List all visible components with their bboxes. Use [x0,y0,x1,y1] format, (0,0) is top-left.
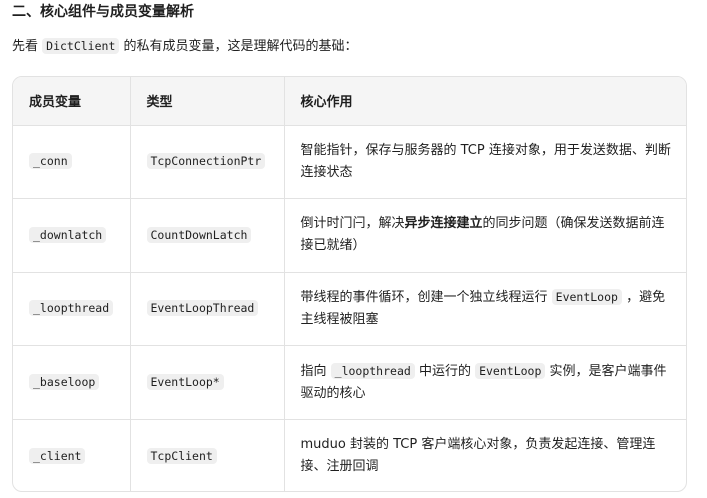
header-core-role: 核心作用 [284,77,686,126]
header-type: 类型 [130,77,285,126]
section-title: 二、核心组件与成员变量解析 [12,4,194,20]
cell-member-type: EventLoopThread [130,272,285,347]
description-text: 倒计时门闩，解决 [300,216,405,232]
description-text: 中运行的 [414,364,476,380]
cell-member-type: TcpConnectionPtr [130,125,285,200]
members-table-container: 成员变量 类型 核心作用 _conn TcpConnectionPtr 智能指针… [12,76,687,492]
intro-code-dictclient: DictClient [42,38,120,54]
table-row: _baseloop EventLoop* 指向 _loopthread 中运行的… [13,345,686,420]
description-text: 指向 [300,364,331,380]
member-type-code: EventLoop* [146,374,224,391]
member-type-code: TcpConnectionPtr [146,153,266,170]
member-type-code: TcpClient [146,447,217,464]
cell-member-type: CountDownLatch [130,198,285,273]
header-member-variable: 成员变量 [13,77,131,126]
cell-member-description: 带线程的事件循环，创建一个独立线程运行 EventLoop ，避免主线程被阻塞 [284,272,686,347]
cell-member-type: EventLoop* [130,345,285,420]
inline-code: _loopthread [330,363,415,380]
member-name-code: _client [29,447,86,464]
member-name-code: _baseloop [29,374,100,391]
intro-suffix: 的私有成员变量，这是理解代码的基础： [119,39,358,54]
cell-member-name: _downlatch [13,198,131,273]
cell-member-name: _baseloop [13,345,131,420]
cell-member-name: _conn [13,125,131,200]
cell-member-name: _client [13,419,131,491]
description-text: muduo 封装的 TCP 客户端核心对象，负责发起连接、管理连接、注册回调 [300,437,656,475]
table-row: _downlatch CountDownLatch 倒计时门闩，解决异步连接建立… [13,198,686,273]
member-name-code: _loopthread [29,300,114,317]
table-body: _conn TcpConnectionPtr 智能指针，保存与服务器的 TCP … [13,125,686,491]
cell-member-description: 指向 _loopthread 中运行的 EventLoop 实例，是客户端事件驱… [284,345,686,420]
table-header-row: 成员变量 类型 核心作用 [13,77,686,126]
cell-member-description: muduo 封装的 TCP 客户端核心对象，负责发起连接、管理连接、注册回调 [284,419,686,491]
member-type-code: CountDownLatch [146,226,252,243]
table-row: _client TcpClient muduo 封装的 TCP 客户端核心对象，… [13,419,686,491]
member-name-code: _downlatch [29,226,107,243]
member-type-code: EventLoopThread [146,300,259,317]
table-row: _loopthread EventLoopThread 带线程的事件循环，创建一… [13,272,686,347]
description-text: 带线程的事件循环，创建一个独立线程运行 [300,290,552,306]
inline-code: EventLoop [551,289,622,306]
description-text: 智能指针，保存与服务器的 TCP 连接对象，用于发送数据、判断连接状态 [300,142,671,180]
intro-paragraph: 先看 DictClient 的私有成员变量，这是理解代码的基础： [12,36,358,57]
table-row: _conn TcpConnectionPtr 智能指针，保存与服务器的 TCP … [13,125,686,200]
cell-member-description: 倒计时门闩，解决异步连接建立的同步问题（确保发送数据前连接已就绪） [284,198,686,273]
members-table: 成员变量 类型 核心作用 _conn TcpConnectionPtr 智能指针… [13,77,686,491]
cell-member-description: 智能指针，保存与服务器的 TCP 连接对象，用于发送数据、判断连接状态 [284,125,686,200]
cell-member-type: TcpClient [130,419,285,491]
emphasis-text: 异步连接建立 [404,216,483,232]
cell-member-name: _loopthread [13,272,131,347]
intro-prefix: 先看 [12,39,43,54]
inline-code: EventLoop [475,363,546,380]
member-name-code: _conn [29,153,72,170]
